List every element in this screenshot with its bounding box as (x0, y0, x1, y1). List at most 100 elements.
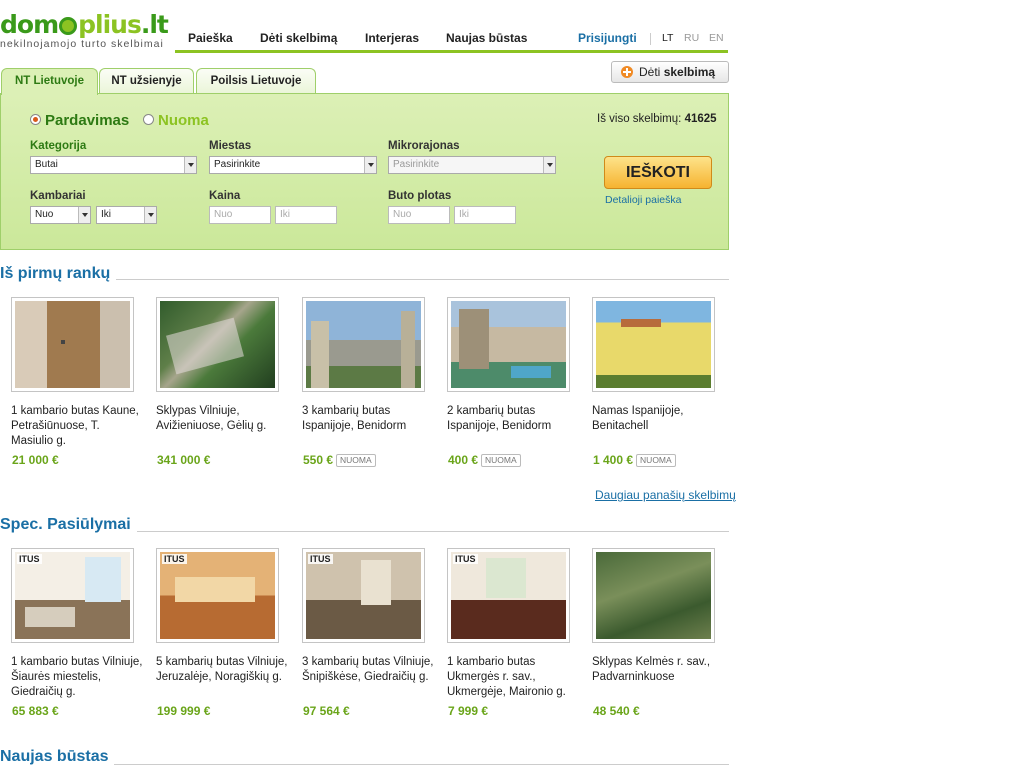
logo-tld: .lt (140, 10, 169, 39)
logo-part-dom: dom (0, 10, 59, 39)
chevron-down-icon (364, 157, 376, 173)
listing-price: 199 999 € (157, 704, 211, 718)
nav-item-post-ad[interactable]: Dėti skelbimą (260, 31, 337, 45)
advanced-search-link[interactable]: Detalioji paieška (605, 194, 681, 206)
lang-ru[interactable]: RU (684, 32, 699, 44)
micro-district-select[interactable]: Pasirinkite (388, 156, 556, 174)
chevron-down-icon (543, 157, 555, 173)
listing-title: 3 kambarių butas Vilniuje, Šnipiškėse, G… (302, 656, 434, 683)
chevron-down-icon (144, 207, 156, 223)
listing-title: 1 kambario butas Ukmergės r. sav., Ukmer… (447, 656, 566, 698)
listing-photo (596, 552, 711, 639)
listing-card[interactable]: ITUS 1 kambario butas Ukmergės r. sav., … (447, 548, 577, 700)
brand-watermark: ITUS (17, 554, 42, 564)
price-to-input[interactable]: Iki (275, 206, 337, 224)
listing-thumbnail: ITUS (447, 548, 570, 643)
nav-item-interior[interactable]: Interjeras (365, 31, 419, 45)
post-ad-button[interactable]: Dėti skelbimą (611, 61, 729, 83)
listing-photo (596, 301, 711, 388)
listing-photo: ITUS (160, 552, 275, 639)
listing-price: 48 540 € (593, 704, 640, 718)
price-label: Kaina (209, 190, 241, 202)
listing-price: 7 999 € (448, 704, 489, 718)
micro-district-label: Mikrorajonas (388, 140, 460, 152)
listing-photo (451, 301, 566, 388)
radio-dot-rent (143, 114, 154, 125)
listing-card[interactable]: Sklypas Kelmės r. sav., Padvarninkuose (592, 548, 722, 685)
listing-card[interactable]: ITUS 5 kambarių butas Vilniuje, Jeruzalė… (156, 548, 288, 685)
lang-lt[interactable]: LT (662, 32, 673, 44)
tab-nt-lietuvoje[interactable]: NT Lietuvoje (1, 68, 98, 95)
total-label: Iš viso skelbimų: (597, 113, 682, 125)
listing-title: Sklypas Vilniuje, Avižieniuose, Gėlių g. (156, 405, 267, 432)
listing-card[interactable]: 3 kambarių butas Ispanijoje, Benidorm (302, 297, 432, 434)
logo-house-icon (59, 17, 78, 35)
price-value: 21 000 € (12, 453, 59, 467)
section-title-first-hand: Iš pirmų rankų (0, 265, 117, 283)
top-navigation: Paieška Dėti skelbimą Interjeras Naujas … (175, 31, 728, 53)
rooms-to-value: Iki (101, 209, 111, 220)
chevron-down-icon (184, 157, 196, 173)
listing-title: 1 kambario butas Kaune, Petrašiūnuose, T… (11, 405, 139, 447)
category-select[interactable]: Butai (30, 156, 197, 174)
listing-card[interactable]: 1 kambario butas Kaune, Petrašiūnuose, T… (11, 297, 141, 449)
listing-thumbnail: ITUS (11, 548, 134, 643)
rent-badge: NUOMA (336, 454, 376, 467)
section-title-new-housing: Naujas būstas (0, 748, 115, 766)
chevron-down-icon (78, 207, 90, 223)
nav-item-new-housing[interactable]: Naujas būstas (446, 31, 527, 45)
logo-part-plius: plius (78, 10, 142, 39)
city-select[interactable]: Pasirinkite (209, 156, 377, 174)
listing-price: 550 € NUOMA (303, 453, 376, 467)
listing-card[interactable]: Sklypas Vilniuje, Avižieniuose, Gėlių g. (156, 297, 286, 434)
listing-thumbnail (447, 297, 570, 392)
price-value: 1 400 € (593, 453, 634, 467)
price-value: 550 € (303, 453, 334, 467)
rent-badge: NUOMA (481, 454, 521, 467)
search-button[interactable]: IEŠKOTI (604, 156, 712, 189)
nav-divider (650, 33, 651, 45)
logo-wordmark: dom plius.lt (0, 10, 170, 40)
listing-thumbnail (592, 297, 715, 392)
more-similar-link[interactable]: Daugiau panašių skelbimų (595, 488, 736, 502)
radio-sale-label: Pardavimas (45, 112, 130, 129)
brand-watermark: ITUS (308, 554, 333, 564)
city-value: Pasirinkite (214, 159, 261, 170)
area-label: Buto plotas (388, 190, 452, 202)
area-from-input[interactable]: Nuo (388, 206, 450, 224)
total-listings: Iš viso skelbimų: 41625 (597, 113, 717, 125)
login-link[interactable]: Prisijungti (578, 31, 637, 45)
price-value: 341 000 € (157, 453, 211, 467)
radio-dot-sale (30, 114, 41, 125)
listing-card[interactable]: ITUS 3 kambarių butas Vilniuje, Šnipiškė… (302, 548, 434, 685)
price-from-input[interactable]: Nuo (209, 206, 271, 224)
brand-watermark: ITUS (162, 554, 187, 564)
listing-thumbnail (156, 297, 279, 392)
rooms-to-select[interactable]: Iki (96, 206, 157, 224)
rooms-label: Kambariai (30, 190, 86, 202)
listing-card[interactable]: Namas Ispanijoje, Benitachell (592, 297, 722, 434)
radio-rent[interactable]: Nuoma (143, 112, 209, 129)
listing-price: 400 € NUOMA (448, 453, 521, 467)
rooms-from-select[interactable]: Nuo (30, 206, 91, 224)
price-value: 400 € (448, 453, 479, 467)
listing-title: Sklypas Kelmės r. sav., Padvarninkuose (592, 656, 711, 683)
listing-photo (160, 301, 275, 388)
area-to-input[interactable]: Iki (454, 206, 516, 224)
site-logo[interactable]: dom plius.lt nekilnojamojo turto skelbima… (0, 10, 170, 50)
listing-title: 2 kambarių butas Ispanijoje, Benidorm (447, 405, 552, 432)
lang-en[interactable]: EN (709, 32, 724, 44)
listing-title: Namas Ispanijoje, Benitachell (592, 405, 684, 432)
listing-thumbnail (11, 297, 134, 392)
tab-poilsis-lietuvoje[interactable]: Poilsis Lietuvoje (196, 68, 316, 94)
nav-item-search[interactable]: Paieška (188, 31, 233, 45)
post-ad-bold: skelbimą (663, 65, 716, 79)
logo-tagline: nekilnojamojo turto skelbimai (0, 38, 164, 50)
micro-district-value: Pasirinkite (393, 159, 440, 170)
radio-sale[interactable]: Pardavimas (30, 112, 129, 129)
listing-price: 97 564 € (303, 704, 350, 718)
listing-card[interactable]: 2 kambarių butas Ispanijoje, Benidorm (447, 297, 577, 434)
tab-nt-uzsienyje[interactable]: NT užsienyje (99, 68, 194, 94)
listing-title: 5 kambarių butas Vilniuje, Jeruzalėje, N… (156, 656, 288, 683)
listing-card[interactable]: ITUS 1 kambario butas Vilniuje, Šiaurės … (11, 548, 142, 700)
